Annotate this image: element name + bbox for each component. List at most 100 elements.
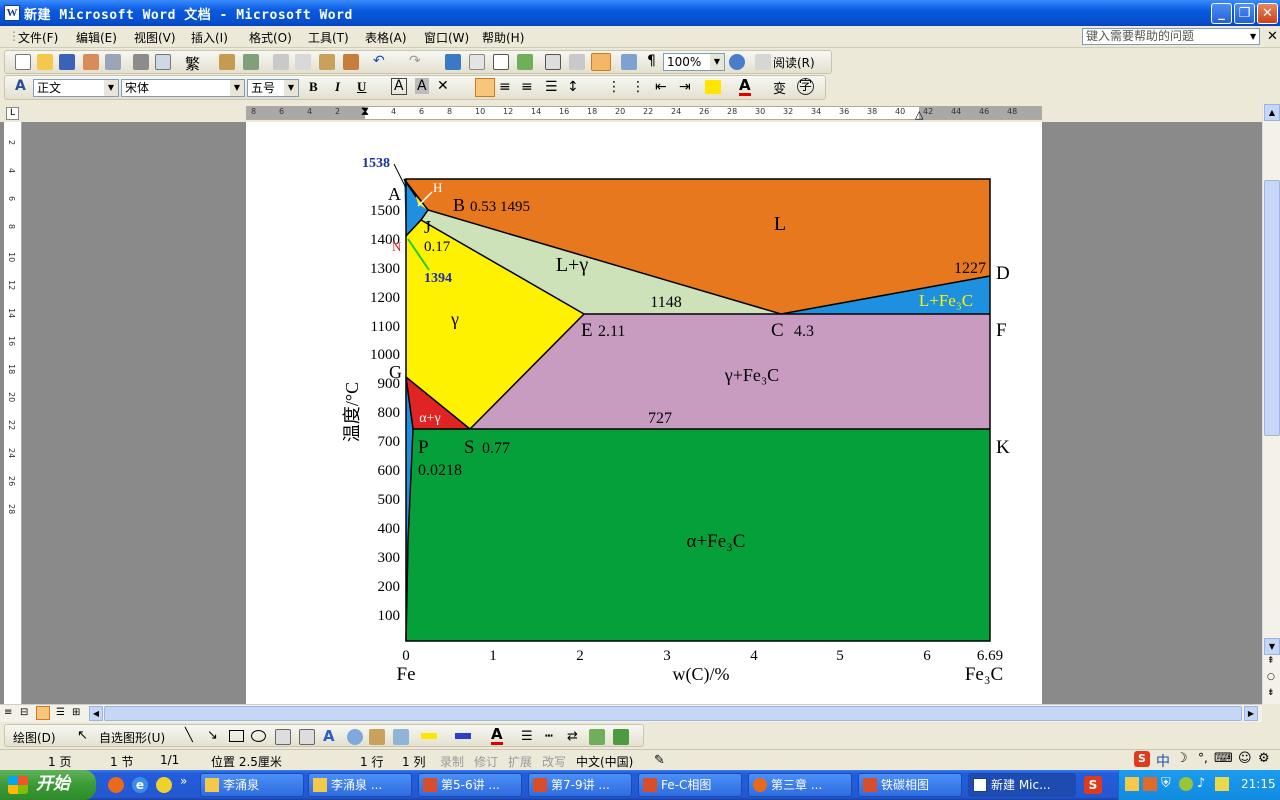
styles-icon[interactable]: A	[15, 78, 26, 94]
vertical-scroll-thumb[interactable]	[1264, 180, 1280, 436]
tables-borders-icon[interactable]	[469, 54, 485, 70]
style-select[interactable]: 正文 ▼	[33, 79, 119, 97]
underline-button[interactable]: U	[357, 79, 366, 95]
traditional-chinese-button[interactable]: 繁	[185, 53, 200, 74]
vertical-textbox-icon[interactable]	[299, 729, 315, 745]
style-dropdown-icon[interactable]: ▼	[104, 80, 118, 96]
document-map-icon[interactable]	[591, 53, 611, 71]
horizontal-scrollbar[interactable]: ≡ ⊟ ☰ ⊞ ◀ ▶	[0, 704, 1262, 722]
copy-icon[interactable]	[295, 54, 311, 70]
select-objects-icon[interactable]: ↖	[77, 728, 88, 743]
decrease-indent-icon[interactable]: ⇤	[655, 79, 667, 95]
minimize-button[interactable]: _	[1211, 3, 1232, 24]
close-document-icon[interactable]: ✕	[1267, 29, 1278, 44]
format-painter-icon[interactable]	[343, 54, 359, 70]
sogou-taskbar-icon[interactable]: S	[1084, 776, 1102, 794]
taskbar-item-active[interactable]: 新建 Mic...	[968, 773, 1076, 797]
document-page[interactable]: 1500 1400 1300 1200 1100 1000 900 800 70…	[246, 122, 1042, 704]
ime-mode[interactable]: 中	[1156, 751, 1170, 771]
show-hide-icon[interactable]	[621, 54, 637, 70]
ime-settings-icon[interactable]: ⚙	[1258, 751, 1270, 766]
taskbar-item[interactable]: 李涌泉	[200, 773, 304, 797]
menu-window[interactable]: 窗口(W)	[424, 29, 469, 46]
picture-icon[interactable]	[393, 729, 409, 745]
read-mode-button[interactable]: 阅读(R)	[773, 54, 815, 71]
taskbar-item[interactable]: 第三章 ...	[748, 773, 852, 797]
start-button[interactable]: 开始	[0, 770, 96, 800]
firefox-quicklaunch-icon[interactable]	[108, 777, 124, 793]
horizontal-scroll-thumb[interactable]	[104, 706, 1242, 721]
half-width-icon[interactable]: ☽	[1176, 751, 1188, 766]
align-center-icon[interactable]: ≡	[499, 79, 511, 95]
help-dropdown-icon[interactable]: ▼	[1250, 32, 1256, 41]
font-select[interactable]: 宋体 ▼	[121, 79, 245, 97]
browse-object-icon[interactable]: ○	[1267, 672, 1275, 682]
font-size-select[interactable]: 五号 ▼	[247, 79, 299, 97]
taskbar-item[interactable]: 铁碳相图	[858, 773, 962, 797]
quicklaunch-more-icon[interactable]: »	[180, 774, 187, 788]
help-search-input[interactable]: 键入需要帮助的问题	[1082, 28, 1260, 45]
scroll-down-button[interactable]: ▼	[1264, 638, 1280, 655]
tray-network-icon[interactable]	[1125, 777, 1139, 791]
new-document-icon[interactable]	[15, 54, 31, 70]
line-color-icon[interactable]	[455, 733, 471, 739]
char-shading-icon[interactable]: A	[415, 78, 429, 94]
cut-icon[interactable]	[273, 54, 289, 70]
insert-excel-icon[interactable]	[517, 54, 533, 70]
next-page-icon[interactable]: ⇟	[1267, 688, 1275, 698]
right-indent-marker-icon[interactable]: △	[915, 108, 923, 121]
taskbar-item[interactable]: 第7-9讲 ...	[528, 773, 632, 797]
save-icon[interactable]	[59, 54, 75, 70]
font-color-icon[interactable]: A	[739, 77, 751, 96]
taskbar-item[interactable]: 第5-6讲 ...	[418, 773, 522, 797]
paste-icon[interactable]	[319, 54, 335, 70]
font-dropdown-icon[interactable]: ▼	[230, 80, 244, 96]
menu-file[interactable]: 文件(F)	[18, 29, 58, 46]
web-view-icon[interactable]: ⊟	[20, 707, 28, 718]
tray-shield-icon[interactable]: ⛨	[1161, 776, 1171, 791]
diagram-icon[interactable]	[347, 729, 363, 745]
vertical-scrollbar[interactable]: ▲ ▼ ⇞ ○ ⇟	[1262, 104, 1280, 704]
normal-view-icon[interactable]: ≡	[4, 707, 12, 718]
ie-quicklaunch-icon[interactable]: e	[132, 777, 148, 793]
increase-indent-icon[interactable]: ⇥	[679, 79, 691, 95]
draw-menu-button[interactable]: 绘图(D)	[13, 729, 56, 746]
autoshapes-button[interactable]: 自选图形(U)	[99, 729, 165, 746]
status-track[interactable]: 修订	[474, 753, 498, 770]
arrow-icon[interactable]: ↘	[207, 728, 218, 743]
line-spacing-icon[interactable]: ↕	[567, 79, 579, 95]
restore-button[interactable]: ❐	[1234, 3, 1255, 24]
spelling-status-icon[interactable]: ✎	[654, 753, 665, 768]
outline-view-icon[interactable]: ☰	[56, 707, 65, 718]
shadow-icon[interactable]	[589, 729, 605, 745]
size-dropdown-icon[interactable]: ▼	[284, 80, 298, 96]
align-left-button[interactable]	[475, 78, 495, 97]
help-icon[interactable]	[729, 54, 745, 70]
wordart-icon[interactable]: A	[323, 727, 335, 745]
print-preview-icon[interactable]	[155, 54, 171, 70]
menu-help[interactable]: 帮助(H)	[482, 29, 524, 46]
menu-format[interactable]: 格式(O)	[249, 29, 292, 46]
tray-message-icon[interactable]	[1215, 777, 1229, 791]
insert-table-icon[interactable]	[493, 54, 509, 70]
menu-view[interactable]: 视图(V)	[134, 29, 176, 46]
taskbar-item[interactable]: 李涌泉 ...	[308, 773, 412, 797]
drawing-icon[interactable]	[569, 54, 585, 70]
menu-tools[interactable]: 工具(T)	[308, 29, 349, 46]
fill-color-icon[interactable]	[421, 733, 437, 739]
keyboard-icon[interactable]: ⌨	[1214, 751, 1233, 766]
menu-edit[interactable]: 编辑(E)	[76, 29, 117, 46]
horizontal-ruler[interactable]: L 8 6 4 2 2 4 6 8 10 12 14 16 18 20 22 24 26 28 30 32 34 36 38…	[0, 104, 1262, 122]
status-extend[interactable]: 扩展	[508, 753, 532, 770]
bold-button[interactable]: B	[309, 79, 318, 95]
zoom-select[interactable]: 100% ▼	[663, 53, 725, 71]
tray-clock[interactable]: 21:15	[1241, 777, 1276, 791]
align-right-icon[interactable]: ≡	[521, 79, 533, 95]
arrow-style-icon[interactable]: ⇄	[567, 729, 578, 744]
research-icon[interactable]	[243, 54, 259, 70]
taskbar-item[interactable]: Fe-C相图	[638, 773, 742, 797]
char-border-icon[interactable]: A	[391, 78, 407, 95]
oval-icon[interactable]	[251, 730, 266, 742]
punctuation-icon[interactable]: °,	[1198, 751, 1208, 765]
tray-volume-icon[interactable]: ♪	[1197, 776, 1205, 791]
